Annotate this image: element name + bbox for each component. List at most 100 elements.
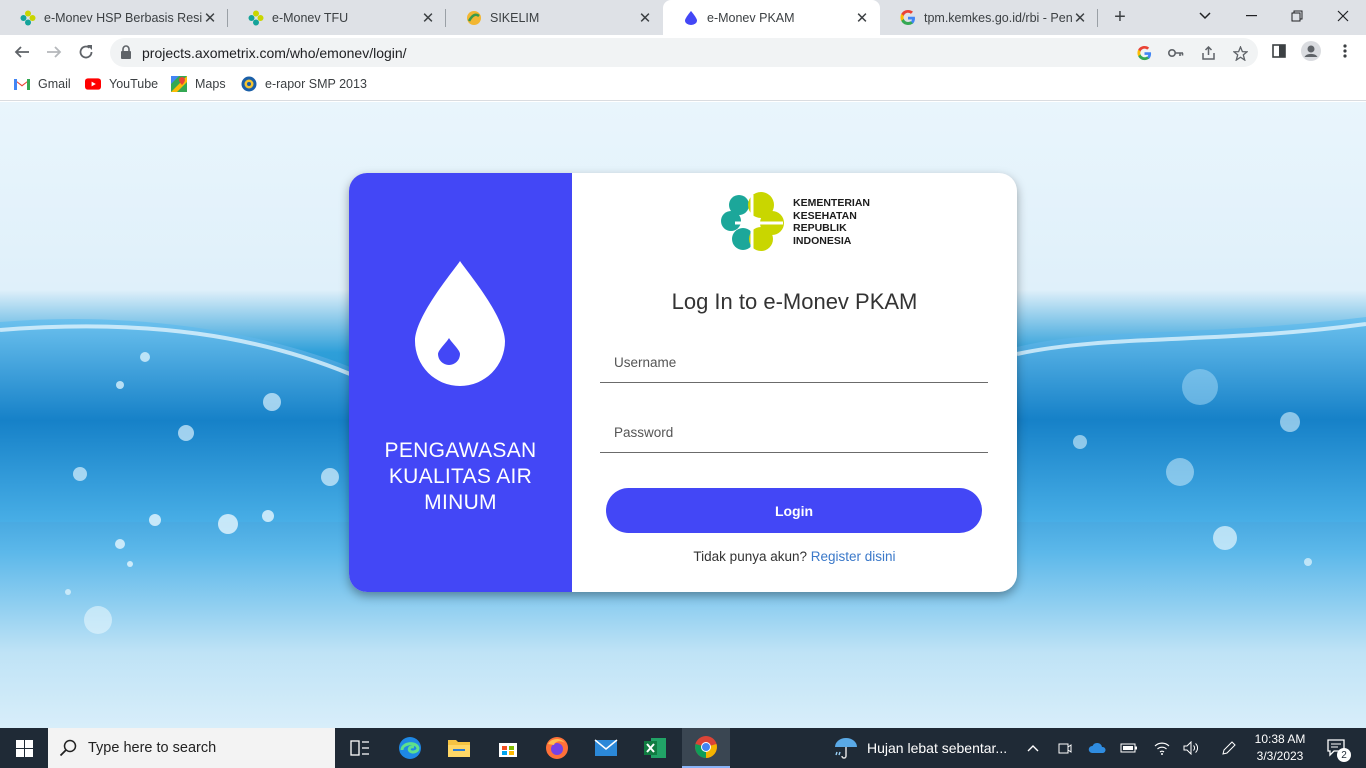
browser-toolbar: projects.axometrix.com/who/emonev/login/ <box>0 35 1366 69</box>
brand-panel: PENGAWASAN KUALITAS AIR MINUM <box>349 173 572 592</box>
tab-emonev-tfu[interactable]: e-Monev TFU ✕ <box>228 0 446 35</box>
password-input[interactable] <box>600 413 988 452</box>
weather-widget[interactable]: Hujan lebat sebentar... <box>833 728 1013 768</box>
tagline-line: PENGAWASAN <box>384 439 537 462</box>
bookmark-youtube[interactable]: YouTube <box>85 76 158 92</box>
bookmark-erapor[interactable]: e-rapor SMP 2013 <box>241 76 367 92</box>
speaker-icon <box>1183 741 1198 755</box>
mail-icon <box>594 739 618 756</box>
close-window-button[interactable] <box>1320 0 1366 32</box>
reload-button[interactable] <box>73 39 99 65</box>
windows-logo-icon <box>15 739 33 757</box>
rain-umbrella-icon <box>835 738 857 759</box>
store-icon <box>499 743 517 757</box>
chrome-app[interactable] <box>682 728 730 768</box>
logo-text-line: INDONESIA <box>793 234 852 247</box>
tut-wuri-icon <box>241 76 257 92</box>
restore-icon <box>1291 10 1303 22</box>
logo-text-line: REPUBLIK <box>793 222 847 234</box>
bookmark-label: YouTube <box>109 77 159 91</box>
tab-search-button[interactable] <box>1182 0 1228 32</box>
restore-button[interactable] <box>1274 0 1320 32</box>
bookmark-gmail[interactable]: Gmail <box>14 76 71 92</box>
pen-tray[interactable] <box>1218 728 1240 768</box>
excel-app[interactable] <box>631 728 679 768</box>
tab-emonev-pkam[interactable]: e-Monev PKAM ✕ <box>663 0 880 35</box>
bookmark-label: Maps <box>195 77 226 91</box>
mail-app[interactable] <box>582 728 630 768</box>
taskbar-search[interactable] <box>48 728 335 768</box>
chevron-down-icon <box>1199 12 1211 20</box>
tab-emonev-hsp[interactable]: e-Monev HSP Berbasis Resiko ✕ <box>0 0 228 35</box>
register-prompt: Tidak punya akun? Register disini <box>572 549 1017 564</box>
cloud-icon <box>1088 742 1106 753</box>
arrow-left-icon <box>14 46 29 58</box>
battery-tray[interactable] <box>1118 728 1140 768</box>
water-drop-icon <box>683 10 699 26</box>
kemenkes-icon <box>248 10 264 26</box>
close-icon <box>1337 10 1349 22</box>
volume-tray[interactable] <box>1180 728 1202 768</box>
page-title: Log In to e-Monev PKAM <box>671 289 918 314</box>
register-link[interactable]: Register disini <box>811 549 896 564</box>
folder-icon <box>448 740 470 757</box>
tab-tpm-kemkes[interactable]: tpm.kemkes.go.id/rbi - Penelit ✕ <box>880 0 1098 35</box>
maps-icon <box>171 76 187 92</box>
excel-icon <box>644 738 666 758</box>
forward-button[interactable] <box>41 39 67 65</box>
page-content: PENGAWASAN KUALITAS AIR MINUM KEMENTERIA… <box>0 102 1366 728</box>
firefox-icon <box>546 737 568 759</box>
task-view-button[interactable] <box>336 728 384 768</box>
username-input[interactable] <box>600 343 988 382</box>
edge-app[interactable] <box>386 728 434 768</box>
tab-divider <box>1097 9 1098 27</box>
login-button[interactable]: Login <box>606 488 982 533</box>
close-icon[interactable]: ✕ <box>202 10 218 27</box>
bookmark-maps[interactable]: Maps <box>171 76 226 92</box>
menu-button[interactable] <box>1334 40 1356 62</box>
new-tab-button[interactable]: + <box>1109 6 1131 28</box>
onedrive-tray[interactable] <box>1086 728 1108 768</box>
google-icon <box>900 9 916 26</box>
share-icon[interactable] <box>1199 44 1217 62</box>
close-icon[interactable]: ✕ <box>420 10 436 27</box>
tab-title: tpm.kemkes.go.id/rbi - Penelit <box>924 10 1072 25</box>
lock-icon[interactable] <box>120 45 132 59</box>
clock-date: 3/3/2023 <box>1256 749 1304 763</box>
close-icon[interactable]: ✕ <box>854 10 870 27</box>
arrow-right-icon <box>47 46 62 58</box>
avatar <box>1301 41 1321 61</box>
start-button[interactable] <box>0 728 48 768</box>
google-translate-icon[interactable] <box>1135 44 1153 62</box>
back-button[interactable] <box>9 39 35 65</box>
password-field <box>600 413 988 453</box>
kebab-menu-icon <box>1343 44 1347 58</box>
kemenkes-logo-text: KEMENTERIAN KESEHATAN REPUBLIK INDONESIA <box>793 197 870 247</box>
network-tray[interactable] <box>1151 728 1173 768</box>
close-icon[interactable]: ✕ <box>1072 10 1088 27</box>
side-panel-button[interactable] <box>1268 40 1290 62</box>
tab-sikelim[interactable]: SIKELIM ✕ <box>446 0 663 35</box>
logo-text-line: KEMENTERIAN <box>793 197 871 209</box>
firefox-app[interactable] <box>533 728 581 768</box>
meet-now-tray[interactable] <box>1054 728 1076 768</box>
store-app[interactable] <box>484 728 532 768</box>
tab-title: e-Monev PKAM <box>707 10 795 25</box>
key-icon[interactable] <box>1167 44 1185 62</box>
show-hidden-icons-button[interactable] <box>1022 728 1044 768</box>
minimize-button[interactable] <box>1228 0 1274 32</box>
notification-center-button[interactable]: 2 <box>1320 728 1354 768</box>
tab-title: e-Monev HSP Berbasis Resiko <box>44 10 202 25</box>
close-icon[interactable]: ✕ <box>637 10 653 27</box>
clock-time: 10:38 AM <box>1254 732 1306 746</box>
tagline-line: MINUM <box>424 491 497 514</box>
taskbar-clock[interactable]: 10:38 AM 3/3/2023 <box>1244 731 1316 765</box>
taskbar-search-input[interactable] <box>88 740 318 756</box>
profile-button[interactable] <box>1300 40 1322 62</box>
bookmark-star-icon[interactable] <box>1231 44 1249 62</box>
address-bar[interactable]: projects.axometrix.com/who/emonev/login/ <box>110 38 1258 67</box>
battery-icon <box>1120 743 1137 753</box>
url-text[interactable]: projects.axometrix.com/who/emonev/login/ <box>142 45 407 61</box>
file-explorer-app[interactable] <box>435 728 483 768</box>
kemenkes-icon <box>20 10 36 26</box>
